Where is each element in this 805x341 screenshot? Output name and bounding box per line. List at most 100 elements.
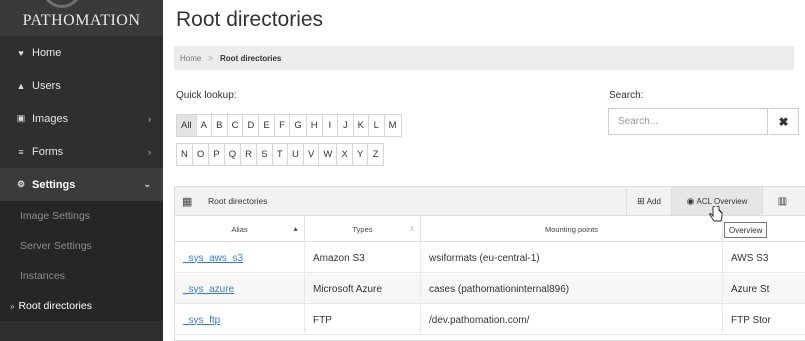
letter-filter-p[interactable]: P — [208, 143, 225, 166]
row-type: FTP — [305, 305, 421, 335]
letter-filter-o[interactable]: O — [191, 143, 210, 166]
sidebar: PATHOMATION ♥ Home ▲ Users ▣ Images › ≡ … — [0, 0, 163, 341]
add-button[interactable]: ⊞ Add — [626, 187, 671, 215]
add-icon: ⊞ — [637, 195, 645, 206]
close-icon: ✖ — [778, 114, 789, 129]
breadcrumb-separator: > — [208, 53, 214, 63]
letter-filter-r[interactable]: R — [240, 143, 258, 166]
letter-filter-d[interactable]: D — [242, 114, 260, 137]
sidebar-item-label: Root directories — [18, 300, 92, 312]
sidebar-item-settings[interactable]: ⚙ Settings ⌄ — [0, 168, 163, 201]
column-header-alias[interactable]: Alias ▲ — [175, 216, 305, 242]
column-header-label: Alias — [231, 224, 248, 234]
table-row: _sys_aws_s3 Amazon S3 wsiformats (eu-cen… — [175, 243, 805, 273]
breadcrumb-current: Root directories — [220, 53, 282, 63]
chevron-right-icon: › — [148, 113, 151, 124]
search-input[interactable]: Search... — [608, 108, 768, 135]
chevron-down-icon: ⌄ — [143, 179, 151, 189]
table-row: _sys_ftp FTP /dev.pathomation.com/ FTP S… — [175, 305, 805, 335]
letter-filter-n[interactable]: N — [176, 143, 193, 166]
sidebar-item-label: Settings — [32, 178, 76, 191]
column-header-types[interactable]: Types ⇕ — [305, 216, 421, 242]
clear-search-button[interactable]: ✖ — [769, 108, 799, 135]
letter-filter-y[interactable]: Y — [351, 143, 369, 166]
letter-filter-q[interactable]: Q — [223, 143, 242, 166]
letter-filter-b[interactable]: B — [211, 114, 228, 137]
grid-icon: ▦ — [182, 195, 193, 208]
sidebar-item-label: Images — [32, 112, 69, 125]
letter-filter-a[interactable]: A — [195, 114, 213, 137]
chevron-right-icon: › — [148, 146, 151, 157]
letter-filter-x[interactable]: X — [336, 143, 353, 166]
row-extra: AWS S3 — [723, 243, 805, 273]
quick-lookup-label: Quick lookup: — [176, 90, 237, 101]
letter-filter-m[interactable]: M — [383, 114, 402, 137]
row-type: Amazon S3 — [305, 243, 421, 273]
sidebar-item-label: Users — [32, 79, 61, 92]
columns-icon: ▥ — [777, 195, 788, 207]
add-button-label: Add — [646, 196, 661, 206]
letter-filter-row-1: All A B C D E F G H I J K L M — [176, 114, 402, 137]
row-alias-link[interactable]: _sys_ftp — [175, 305, 305, 335]
letter-filter-f[interactable]: F — [273, 114, 291, 137]
sidebar-subitem-server-settings[interactable]: Server Settings — [0, 231, 163, 261]
hand-cursor-icon — [709, 206, 723, 222]
letter-filter-t[interactable]: T — [271, 143, 289, 166]
column-header-mounting-points[interactable]: Mounting points — [421, 216, 723, 242]
columns-toggle-button[interactable]: ▥ — [762, 187, 802, 215]
sidebar-item-forms[interactable]: ≡ Forms › — [0, 135, 163, 168]
column-header-label: Mounting points — [545, 224, 598, 234]
row-mount: /dev.pathomation.com/ — [421, 305, 723, 335]
row-mount: wsiformats (eu-central-1) — [421, 243, 723, 273]
letter-filter-k[interactable]: K — [352, 114, 370, 137]
panel-title: Root directories — [208, 196, 268, 206]
acl-overview-label: ACL Overview — [696, 196, 748, 206]
sort-asc-icon: ▲ — [292, 225, 299, 233]
letter-filter-v[interactable]: V — [302, 143, 320, 166]
letter-filter-h[interactable]: H — [305, 114, 323, 137]
cogs-icon: ⚙ — [16, 179, 26, 189]
letter-filter-g[interactable]: G — [289, 114, 307, 137]
chevron-right-icon: » — [10, 301, 15, 311]
brand-logo[interactable]: PATHOMATION — [0, 0, 163, 36]
sidebar-item-home[interactable]: ♥ Home — [0, 36, 163, 69]
search-label: Search: — [609, 90, 644, 101]
sidebar-item-label: Home — [32, 46, 62, 59]
letter-filter-z[interactable]: Z — [367, 143, 384, 166]
sidebar-item-images[interactable]: ▣ Images › — [0, 102, 163, 135]
user-icon: ▲ — [16, 80, 26, 91]
acl-tooltip: Overview — [724, 222, 768, 238]
sidebar-subitem-instances[interactable]: Instances — [0, 261, 163, 291]
row-mount: cases (pathomationinternal896) — [421, 274, 723, 304]
sidebar-subitem-root-directories[interactable]: » Root directories — [0, 291, 163, 321]
row-type: Microsoft Azure — [305, 274, 421, 304]
table-row: _sys_azure Microsoft Azure cases (pathom… — [175, 274, 805, 304]
sidebar-subitem-image-settings[interactable]: Image Settings — [0, 201, 163, 231]
letter-filter-row-2: NOPQRSTUVWXYZ — [176, 143, 384, 166]
sort-icon: ⇕ — [409, 226, 415, 233]
row-extra: FTP Stor — [723, 305, 805, 335]
logo-mark — [42, 0, 82, 8]
letter-filter-all[interactable]: All — [176, 114, 197, 137]
eye-icon: ◉ — [686, 195, 695, 206]
page-title: Root directories — [176, 8, 324, 31]
forms-icon: ≡ — [18, 146, 24, 157]
letter-filter-i[interactable]: I — [321, 114, 339, 137]
sidebar-item-label: Forms — [32, 145, 64, 158]
home-icon: ♥ — [18, 47, 24, 58]
row-extra: Azure St — [723, 274, 805, 304]
image-icon: ▣ — [16, 113, 26, 123]
letter-filter-w[interactable]: W — [318, 143, 338, 166]
letter-filter-u[interactable]: U — [287, 143, 304, 166]
brand-name: PATHOMATION — [22, 12, 141, 29]
letter-filter-c[interactable]: C — [226, 114, 244, 137]
sidebar-item-users[interactable]: ▲ Users — [0, 69, 163, 102]
letter-filter-j[interactable]: J — [337, 114, 354, 137]
letter-filter-e[interactable]: E — [258, 114, 275, 137]
row-alias-link[interactable]: _sys_aws_s3 — [175, 243, 305, 273]
breadcrumb-home[interactable]: Home — [180, 54, 201, 63]
letter-filter-s[interactable]: S — [256, 143, 273, 166]
letter-filter-l[interactable]: L — [368, 114, 385, 137]
row-alias-link[interactable]: _sys_azure — [175, 274, 305, 304]
column-header-label: Types — [352, 224, 373, 234]
